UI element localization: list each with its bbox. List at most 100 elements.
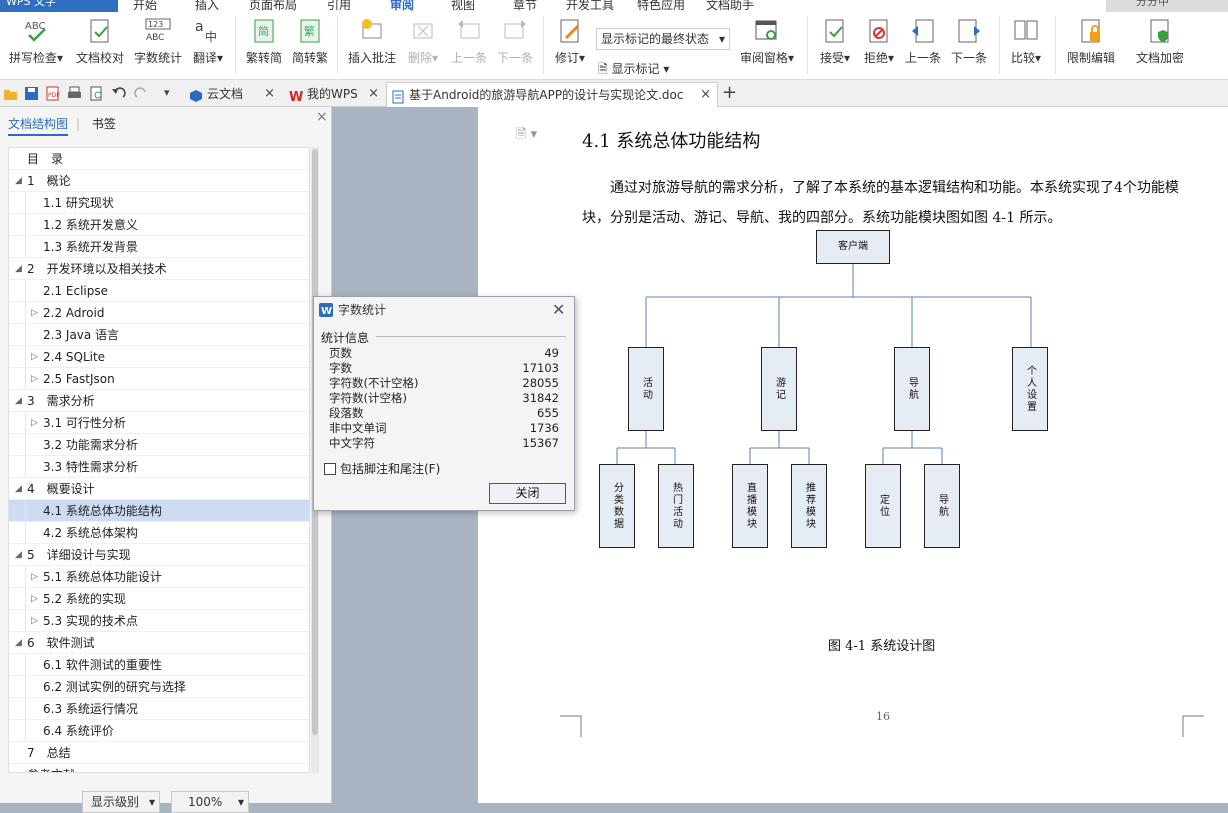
close-tab-icon[interactable]: × bbox=[264, 82, 275, 106]
tab-my-wps[interactable]: W 我的WPS × bbox=[285, 82, 385, 107]
reject-button[interactable]: 拒绝▾ bbox=[860, 18, 898, 66]
review-pane-button[interactable]: 审阅窗格▾ bbox=[738, 18, 796, 66]
tab-cloud-docs[interactable]: 云文档 × bbox=[185, 82, 281, 107]
outline-item[interactable]: 1.1 研究现状 bbox=[9, 192, 309, 214]
menu-tab-layout[interactable]: 页面布局 bbox=[249, 0, 297, 12]
delete-comment-button[interactable]: 删除▾ bbox=[404, 18, 442, 66]
spell-check-button[interactable]: ABC 拼写检查▾ bbox=[6, 18, 66, 66]
revise-button[interactable]: 修订▾ bbox=[552, 18, 588, 66]
document-page[interactable]: 🗎 ▾ 4.1 系统总体功能结构 通过对旅游导航的需求分析，了解了本系统的基本逻… bbox=[478, 107, 1228, 803]
menu-tab-insert[interactable]: 插入 bbox=[195, 0, 219, 12]
outline-item[interactable]: ◢ 5 详细设计与实现 bbox=[9, 544, 309, 566]
print-icon[interactable] bbox=[67, 86, 82, 101]
outline-item[interactable]: 2.3 Java 语言 bbox=[9, 324, 309, 346]
close-icon[interactable]: ✕ bbox=[552, 297, 565, 323]
menu-tab-view[interactable]: 视图 bbox=[451, 0, 475, 12]
collapsed-arrow-icon[interactable]: ▷ bbox=[31, 302, 38, 324]
outline-item[interactable]: ▷ 5.3 实现的技术点 bbox=[9, 610, 309, 632]
menu-tab-reference[interactable]: 引用 bbox=[327, 0, 351, 12]
outline-item[interactable]: 参考文献 bbox=[9, 764, 309, 772]
doc-proof-button[interactable]: 文档校对 bbox=[74, 18, 126, 66]
expanded-arrow-icon[interactable]: ◢ bbox=[15, 170, 22, 192]
outline-item[interactable]: ◢ 3 需求分析 bbox=[9, 390, 309, 412]
expanded-arrow-icon[interactable]: ◢ bbox=[15, 390, 22, 412]
outline-item[interactable]: 1.3 系统开发背景 bbox=[9, 236, 309, 258]
prev-comment-button[interactable]: 上一条 bbox=[450, 18, 488, 66]
outline-item[interactable]: ▷ 2.4 SQLite bbox=[9, 346, 309, 368]
menu-tab-home[interactable]: 开始 bbox=[133, 0, 157, 12]
prev-change-button[interactable]: 上一条 bbox=[904, 18, 942, 66]
user-account[interactable]: 分分中 bbox=[1106, 0, 1228, 12]
collapsed-arrow-icon[interactable]: ▷ bbox=[31, 566, 38, 588]
zoom-select[interactable]: 100% ▾ bbox=[171, 791, 249, 813]
collapsed-arrow-icon[interactable]: ▷ bbox=[31, 588, 38, 610]
outline-item[interactable]: 6.4 系统评价 bbox=[9, 720, 309, 742]
undo-icon[interactable] bbox=[111, 86, 126, 101]
outline-item[interactable]: ▷ 5.1 系统总体功能设计 bbox=[9, 566, 309, 588]
checkbox-icon[interactable] bbox=[324, 463, 336, 475]
compare-button[interactable]: 比较▾ bbox=[1008, 18, 1044, 66]
doc-encrypt-button[interactable]: 文档加密 bbox=[1134, 18, 1186, 66]
menu-tab-assistant[interactable]: 文档助手 bbox=[706, 0, 754, 12]
save-icon[interactable] bbox=[24, 86, 39, 101]
outline-item[interactable]: 7 总结 bbox=[9, 742, 309, 764]
collapsed-arrow-icon[interactable]: ▷ bbox=[31, 610, 38, 632]
outline-item[interactable]: 4.2 系统总体架构 bbox=[9, 522, 309, 544]
outline-item[interactable]: 6.2 测试实例的研究与选择 bbox=[9, 676, 309, 698]
to-simplified-button[interactable]: 繁 简转繁 bbox=[290, 18, 330, 66]
insert-comment-button[interactable]: 插入批注 bbox=[346, 18, 398, 66]
menu-tab-developer[interactable]: 开发工具 bbox=[566, 0, 614, 12]
outline-item[interactable]: ◢ 2 开发环境以及相关技术 bbox=[9, 258, 309, 280]
include-footnotes-checkbox[interactable]: 包括脚注和尾注(F) bbox=[324, 460, 440, 477]
expanded-arrow-icon[interactable]: ◢ bbox=[15, 632, 22, 654]
word-count-button[interactable]: 123 ABC 字数统计 bbox=[132, 18, 184, 66]
expanded-arrow-icon[interactable]: ◢ bbox=[15, 544, 22, 566]
open-icon[interactable] bbox=[3, 86, 18, 101]
menu-tab-special[interactable]: 特色应用 bbox=[637, 0, 685, 12]
redo-icon[interactable] bbox=[134, 86, 149, 101]
outline-item[interactable]: ◢ 4 概要设计 bbox=[9, 478, 309, 500]
outline-item[interactable]: ▷ 5.2 系统的实现 bbox=[9, 588, 309, 610]
outline-item[interactable]: 6.3 系统运行情况 bbox=[9, 698, 309, 720]
menu-tab-review[interactable]: 审阅 bbox=[379, 0, 425, 12]
outline-item[interactable]: 3.2 功能需求分析 bbox=[9, 434, 309, 456]
level-select[interactable]: 显示级别 ▾ bbox=[82, 791, 160, 813]
translate-button[interactable]: a中 翻译▾ bbox=[190, 18, 226, 66]
chevron-down-icon[interactable]: ▾ bbox=[164, 86, 179, 101]
outline-item[interactable]: ▷ 2.5 FastJson bbox=[9, 368, 309, 390]
expanded-arrow-icon[interactable]: ◢ bbox=[15, 258, 22, 280]
outline-item[interactable]: 4.1 系统总体功能结构 bbox=[9, 500, 309, 522]
menu-tab-chapter[interactable]: 章节 bbox=[513, 0, 537, 12]
output-pdf-icon[interactable]: PDF bbox=[45, 86, 60, 101]
close-icon[interactable]: × bbox=[316, 109, 328, 125]
outline-item[interactable]: 2.1 Eclipse bbox=[9, 280, 309, 302]
restrict-edit-button[interactable]: 限制编辑 bbox=[1064, 18, 1118, 66]
outline-item[interactable]: 1.2 系统开发意义 bbox=[9, 214, 309, 236]
accept-button[interactable]: 接受▾ bbox=[816, 18, 854, 66]
outline-item[interactable]: ◢ 1 概论 bbox=[9, 170, 309, 192]
tab-document[interactable]: 基于Android的旅游导航APP的设计与实现论文.doc × bbox=[386, 82, 718, 107]
collapsed-arrow-icon[interactable]: ▷ bbox=[31, 368, 38, 390]
next-comment-button[interactable]: 下一条 bbox=[496, 18, 534, 66]
outline-item[interactable]: ▷ 2.2 Adroid bbox=[9, 302, 309, 324]
tab-bookmarks[interactable]: 书签 bbox=[92, 117, 116, 131]
dialog-close-button[interactable]: 关闭 bbox=[489, 483, 566, 504]
print-preview-icon[interactable] bbox=[89, 86, 104, 101]
collapsed-arrow-icon[interactable]: ▷ bbox=[31, 412, 38, 434]
tab-document-outline[interactable]: 文档结构图 bbox=[8, 117, 69, 136]
collapsed-arrow-icon[interactable]: ▷ bbox=[31, 346, 38, 368]
show-markup-button[interactable]: 🗎 显示标记 ▾ bbox=[598, 60, 669, 81]
outline-item[interactable]: 目 录 bbox=[9, 148, 309, 170]
new-tab-button[interactable]: + bbox=[722, 82, 737, 103]
outline-item[interactable]: ◢ 6 软件测试 bbox=[9, 632, 309, 654]
app-logo[interactable]: WPS 文字 bbox=[0, 0, 118, 12]
close-tab-icon[interactable]: × bbox=[368, 82, 379, 106]
expanded-arrow-icon[interactable]: ◢ bbox=[15, 478, 22, 500]
close-tab-icon[interactable]: × bbox=[700, 83, 711, 107]
outline-item[interactable]: 6.1 软件测试的重要性 bbox=[9, 654, 309, 676]
outline-item[interactable]: ▷ 3.1 可行性分析 bbox=[9, 412, 309, 434]
next-change-button[interactable]: 下一条 bbox=[950, 18, 988, 66]
to-traditional-button[interactable]: 简 繁转简 bbox=[244, 18, 284, 66]
markup-state-select[interactable]: 显示标记的最终状态 ▾ bbox=[596, 28, 730, 50]
outline-item[interactable]: 3.3 特性需求分析 bbox=[9, 456, 309, 478]
